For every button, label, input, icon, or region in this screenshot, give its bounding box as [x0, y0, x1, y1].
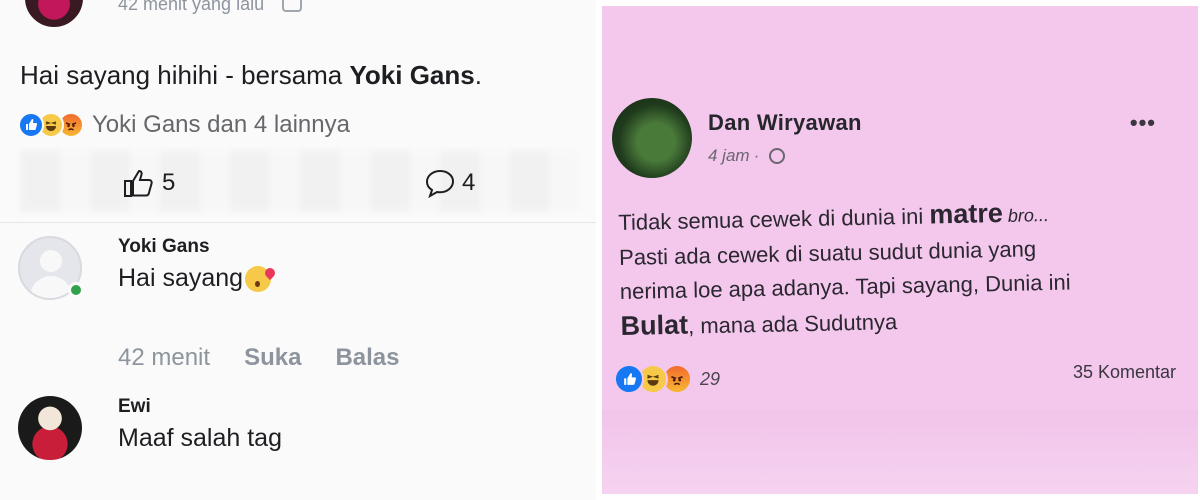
audience-icon — [282, 0, 303, 13]
comment-bubble: Yoki Gans Hai sayang — [118, 236, 272, 293]
reaction-summary[interactable]: Yoki Gans dan 4 lainnya — [18, 110, 350, 140]
comments-count-link[interactable]: 35 Komentar — [1073, 362, 1176, 383]
reaction-summary[interactable]: 29 — [614, 364, 720, 394]
post-time-text[interactable]: 4 jam — [708, 146, 750, 166]
post-body: Tidak semua cewek di dunia ini matre bro… — [618, 192, 1181, 345]
like-count[interactable]: 5 — [122, 168, 175, 198]
comment-text-content: Maaf salah tag — [118, 424, 282, 452]
reaction-count: 29 — [700, 368, 721, 389]
divider — [0, 222, 596, 223]
right-facebook-post: Dan Wiryawan 4 jam · ••• Tidak semua cew… — [602, 6, 1198, 494]
tagged-user-link[interactable]: Yoki Gans — [350, 60, 475, 90]
post-text-end: . — [474, 60, 482, 90]
online-status-icon — [68, 282, 84, 298]
author-name[interactable]: Dan Wiryawan — [708, 110, 862, 136]
comment-icon — [425, 169, 455, 198]
comment-text: Maaf salah tag — [118, 424, 282, 453]
post-timestamp: 4 jam · — [708, 146, 786, 166]
reaction-names[interactable]: Yoki Gans dan 4 lainnya — [92, 111, 350, 139]
post-body: Hai sayang hihihi - bersama Yoki Gans. — [20, 60, 482, 91]
like-icon — [614, 364, 644, 394]
like-count-text: 5 — [162, 169, 176, 196]
post-line-text: nerima loe apa adanya. Tapi sayang, Duni… — [619, 269, 1071, 304]
globe-icon — [769, 148, 786, 164]
comment-text: Hai sayang — [118, 264, 272, 293]
author-avatar[interactable] — [612, 98, 692, 178]
comment-reply-button[interactable]: Balas — [335, 344, 399, 372]
more-options-icon[interactable]: ••• — [1130, 110, 1156, 136]
post-footer-area — [602, 410, 1198, 494]
post-line-text: , mana ada Sudutnya — [687, 309, 898, 339]
post-line-text: Tidak semua cewek di dunia ini — [618, 203, 930, 235]
post-line-text: Bulat — [620, 309, 689, 341]
thumbs-up-icon — [124, 169, 153, 197]
post-line-text: bro... — [1002, 204, 1050, 226]
commenter-name[interactable]: Ewi — [118, 396, 282, 418]
post-time-text: 42 menit yang lalu — [118, 0, 265, 14]
post-line-text: Pasti ada cewek di suatu sudut dunia yan… — [618, 236, 1037, 270]
post-text: Hai sayang hihihi - bersama — [20, 60, 350, 90]
blurred-action-bar — [20, 150, 580, 212]
comment-bubble: Ewi Maaf salah tag — [118, 396, 282, 453]
comment-count-text: 4 — [462, 169, 476, 196]
comment-actions: 42 menit Suka Balas — [118, 344, 399, 372]
commenter-name[interactable]: Yoki Gans — [118, 236, 271, 258]
comment-like-button[interactable]: Suka — [244, 344, 301, 372]
comment-time: 42 menit — [118, 344, 211, 371]
ewi-avatar[interactable] — [18, 396, 82, 460]
post-timestamp: 42 menit yang lalu — [118, 0, 303, 15]
comment-text-content: Hai sayang — [118, 264, 244, 292]
kiss-emoji-icon — [245, 265, 272, 292]
like-icon — [18, 112, 44, 138]
poster-avatar[interactable] — [22, 0, 86, 30]
post-line-text: matre — [928, 197, 1004, 230]
comment-count[interactable]: 4 — [424, 168, 475, 198]
left-facebook-post: 42 menit yang lalu Hai sayang hihihi - b… — [0, 0, 596, 500]
